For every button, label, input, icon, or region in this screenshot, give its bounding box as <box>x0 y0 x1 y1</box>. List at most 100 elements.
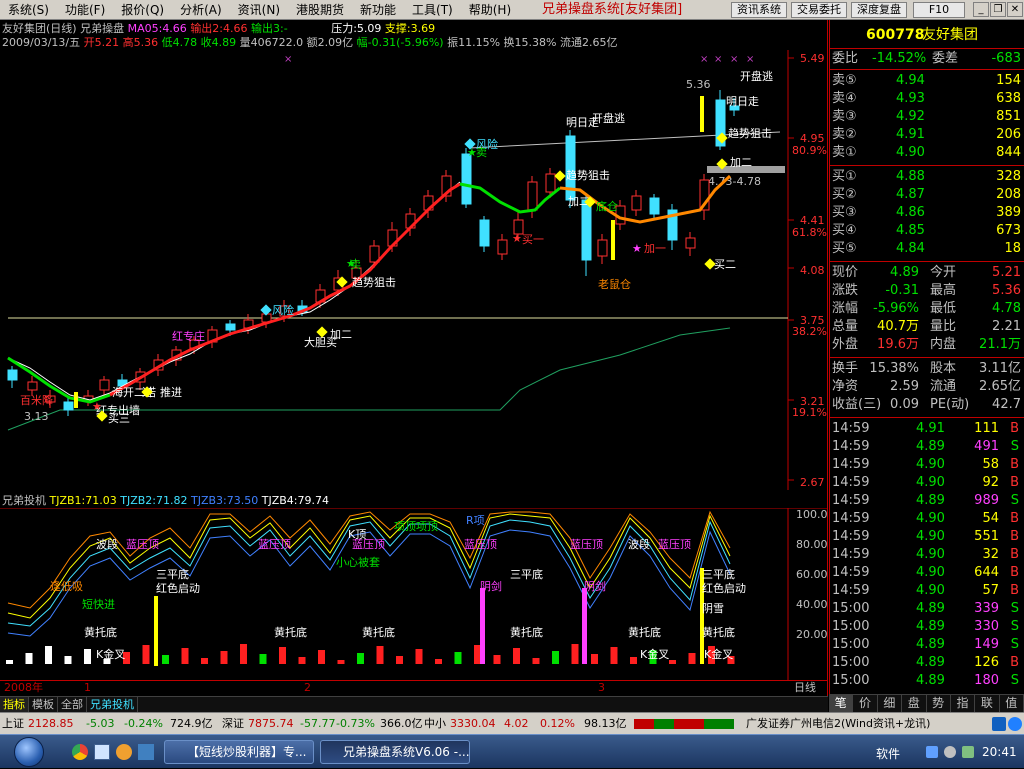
order-price: 4.93 <box>896 91 925 106</box>
price-label: 2.67 <box>800 476 825 489</box>
menu-tools[interactable]: 工具(T) <box>404 0 461 20</box>
annotation-label: 趋势狙击 <box>728 127 772 140</box>
network-icon[interactable] <box>926 746 938 758</box>
fib-label: 19.1% <box>792 406 827 419</box>
deep-review-button[interactable]: 深度复盘 <box>851 2 907 18</box>
stat-value: 4.89 <box>890 265 919 280</box>
tab-all[interactable]: 全部 <box>58 697 87 712</box>
network-icon[interactable] <box>992 717 1006 731</box>
minimize-icon[interactable]: _ <box>973 2 989 17</box>
quote-tab[interactable]: 指 <box>951 695 976 712</box>
menu-system[interactable]: 系统(S) <box>0 0 57 20</box>
ime-icon[interactable] <box>962 746 974 758</box>
taskbar: 【短线炒股利器】专... 兄弟操盘系统V6.06 -... 软件 20:41 <box>0 734 1024 768</box>
annotation-label: 买二 <box>714 258 736 271</box>
zx-pct: 0.12% <box>540 717 575 730</box>
svg-text:★: ★ <box>512 232 522 245</box>
tick-side: B <box>1010 547 1019 562</box>
pressure-value: 压力:5.09 <box>331 22 382 35</box>
tick-row: 14:59 4.89 989 S <box>830 492 1024 510</box>
desktop-icon[interactable] <box>94 744 110 760</box>
annotation-label: 小心被套 <box>336 556 380 569</box>
sell-order-row: 卖① 4.90 844 <box>830 144 1024 162</box>
clock[interactable]: 20:41 <box>982 745 1017 759</box>
order-volume: 208 <box>996 187 1021 202</box>
quote-tab[interactable]: 势 <box>927 695 951 712</box>
menu-help[interactable]: 帮助(H) <box>461 0 519 20</box>
stat-label: 最高 <box>930 283 957 298</box>
tjzb1-value: TJZB1:71.03 <box>49 494 117 507</box>
support-value: 支撑:3.69 <box>384 22 436 35</box>
buy-order-row: 买④ 4.85 673 <box>830 222 1024 240</box>
volume-icon[interactable] <box>944 746 956 758</box>
tick-volume: 330 <box>974 619 999 634</box>
fundamental-row: 净资 2.59 流通 2.65亿 <box>830 378 1024 396</box>
quote-tab[interactable]: 细 <box>878 695 903 712</box>
ma-value: MA05:4.66 <box>127 22 187 35</box>
quote-tab[interactable]: 联 <box>975 695 1000 712</box>
menu-hk-futures[interactable]: 港股期货 <box>288 0 352 20</box>
market-breadth-bar <box>634 719 734 729</box>
tab-indicator[interactable]: 指标 <box>0 697 29 712</box>
tick-row: 15:00 4.89 180 S <box>830 672 1024 690</box>
tick-price: 4.90 <box>916 583 945 598</box>
chart-info-line-2: 2009/03/13/五 开5.21 高5.36 低4.78 收4.89 量40… <box>2 36 617 50</box>
menu-function[interactable]: 功能(F) <box>57 0 113 20</box>
restore-icon[interactable]: ❐ <box>990 2 1006 17</box>
start-button-icon[interactable] <box>14 737 44 767</box>
annotation-label: 蓝压顶 <box>570 538 603 551</box>
tick-side: B <box>1010 475 1019 490</box>
menu-news[interactable]: 资讯(N) <box>230 0 288 20</box>
trend-line-green-2 <box>459 182 561 214</box>
tick-volume: 92 <box>982 475 999 490</box>
stat-label: 流通 <box>930 379 957 394</box>
order-price: 4.90 <box>896 145 925 160</box>
f10-button[interactable]: F10 <box>913 2 965 18</box>
order-price: 4.91 <box>896 127 925 142</box>
bar-turnover: 换15.38% <box>503 36 557 49</box>
bar-volume: 量406722.0 <box>239 36 304 49</box>
annotation-label: 开盘逃 <box>592 111 625 125</box>
menu-analysis[interactable]: 分析(A) <box>172 0 230 20</box>
quote-tab[interactable]: 价 <box>853 695 878 712</box>
stat-value: -0.31 <box>885 283 919 298</box>
tab-template[interactable]: 模板 <box>29 697 58 712</box>
quote-tab[interactable]: 盘 <box>902 695 927 712</box>
browser-icon[interactable] <box>72 744 88 760</box>
menu-new-function[interactable]: 新功能 <box>352 0 404 20</box>
taskbar-browser-window[interactable]: 【短线炒股利器】专... <box>164 740 314 764</box>
trade-order-button[interactable]: 交易委托 <box>791 2 847 18</box>
stat-label: PE(动) <box>930 397 970 412</box>
tray-label[interactable]: 软件 <box>876 745 900 762</box>
info-icon[interactable] <box>1008 717 1022 731</box>
app-shortcut-icon[interactable] <box>116 744 132 760</box>
fib-label: 80.9% <box>792 144 827 157</box>
close-icon[interactable]: ✕ <box>1007 2 1023 17</box>
tick-side: S <box>1010 493 1019 508</box>
stat-value: 2.65亿 <box>979 379 1021 394</box>
quote-tab[interactable]: 值 <box>1000 695 1024 712</box>
menu-quote[interactable]: 报价(Q) <box>113 0 172 20</box>
tab-brothers-speculate[interactable]: 兄弟投机 <box>87 697 138 712</box>
tick-volume: 111 <box>974 421 999 436</box>
annotation-label: 黄托底 <box>510 625 543 639</box>
order-volume: 18 <box>1004 241 1021 256</box>
news-system-button[interactable]: 资讯系统 <box>731 2 787 18</box>
sell-order-row: 卖② 4.91 206 <box>830 126 1024 144</box>
tick-volume: 180 <box>974 673 999 688</box>
annotation-label: 开盘逃 <box>740 69 773 83</box>
tick-time: 14:59 <box>832 457 870 472</box>
app-shortcut-icon[interactable] <box>138 744 154 760</box>
time-axis: 2008年 1 2 3 日线 <box>0 680 828 694</box>
taskbar-trading-window[interactable]: 兄弟操盘系统V6.06 -... <box>320 740 470 764</box>
price-label: 5.49 <box>800 52 825 65</box>
indicator-chart[interactable]: 100.00 80.00 60.00 40.00 20.00 波段 蓝压顶 蓝压… <box>0 508 828 680</box>
period-label[interactable]: 日线 <box>794 681 816 694</box>
order-label: 买⑤ <box>832 241 857 256</box>
tjzb2-line <box>7 519 731 627</box>
order-price: 4.88 <box>896 169 925 184</box>
quote-tab[interactable]: 笔 <box>829 695 854 712</box>
tick-row: 14:59 4.90 551 B <box>830 528 1024 546</box>
annotation-label: 三平底 <box>510 567 543 581</box>
price-chart[interactable]: 5.49 4.95 80.9% 4.41 61.8% 4.08 3.75 38.… <box>0 50 828 490</box>
